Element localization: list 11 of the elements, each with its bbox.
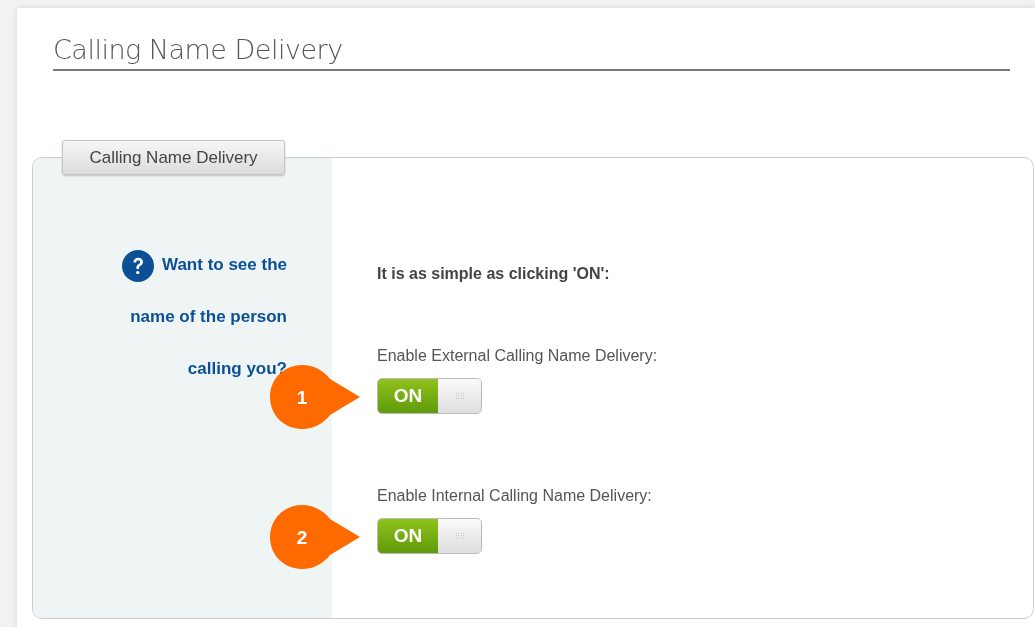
page-title: Calling Name Delivery (53, 34, 1010, 71)
group-legend: Calling Name Delivery (62, 140, 285, 175)
help-icon (122, 250, 154, 282)
help-text: name of the person (130, 307, 287, 327)
help-text: calling you? (187, 359, 287, 379)
setting-label: Enable Internal Calling Name Delivery: (377, 487, 653, 505)
intro-text: It is as simple as clicking 'ON': (377, 265, 611, 284)
help-text: Want to see the (162, 255, 287, 275)
setting-label: Enable External Calling Name Delivery: (377, 347, 658, 365)
toggle-switch[interactable]: ON (377, 378, 482, 414)
toggle-switch[interactable]: ON (377, 518, 482, 554)
